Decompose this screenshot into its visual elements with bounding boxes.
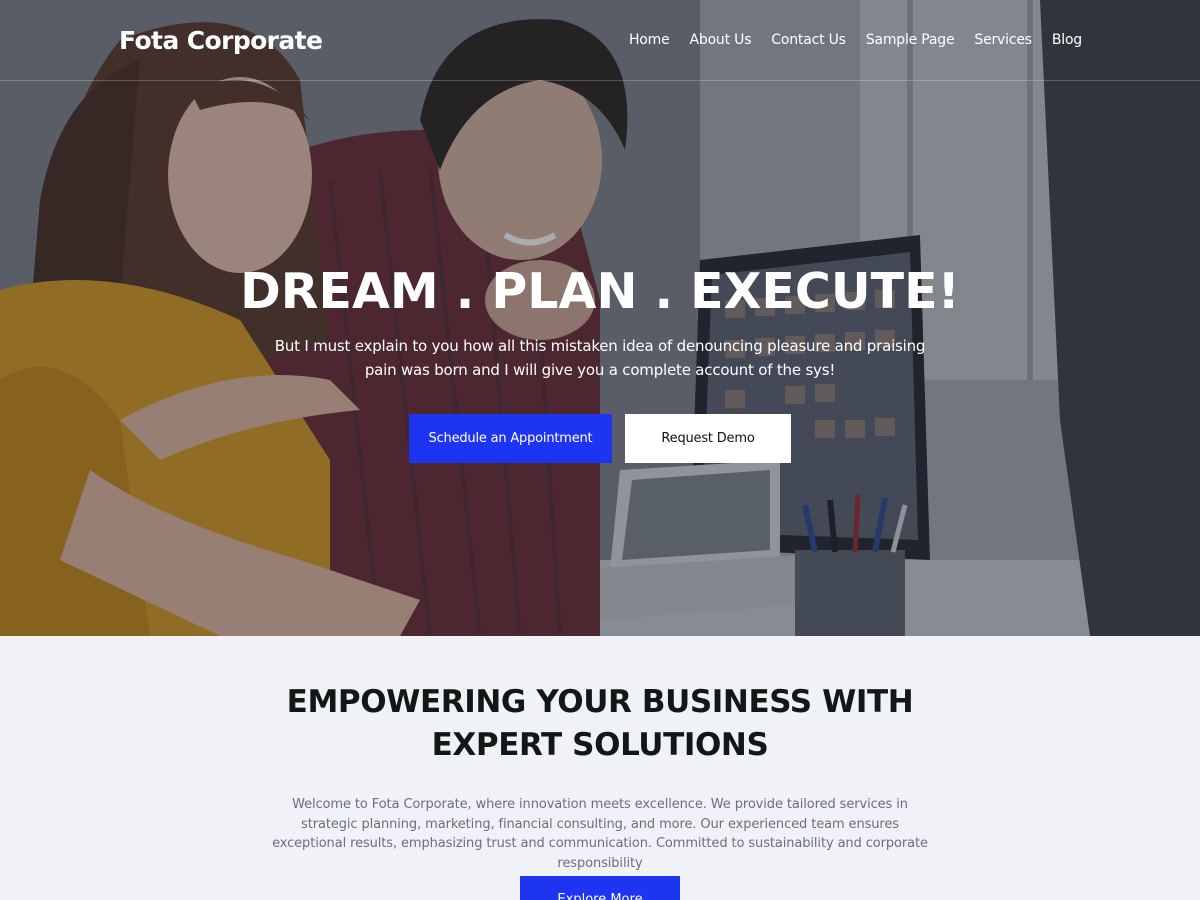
hero-section: Fota Corporate Home About Us Contact Us …: [0, 0, 1200, 636]
site-header: Fota Corporate Home About Us Contact Us …: [0, 0, 1200, 81]
intro-section: EMPOWERING YOUR BUSINESS WITH EXPERT SOL…: [0, 636, 1200, 900]
nav-item-contact-us[interactable]: Contact Us: [771, 32, 846, 48]
site-logo[interactable]: Fota Corporate: [119, 26, 323, 55]
hero-buttons: Schedule an Appointment Request Demo: [0, 414, 1200, 463]
hero-title: DREAM . PLAN . EXECUTE!: [240, 263, 960, 320]
main-nav: Home About Us Contact Us Sample Page Ser…: [629, 32, 1082, 48]
nav-item-about-us[interactable]: About Us: [690, 32, 752, 48]
nav-item-blog[interactable]: Blog: [1052, 32, 1082, 48]
hero-content: DREAM . PLAN . EXECUTE! But I must expla…: [0, 262, 1200, 463]
schedule-appointment-button[interactable]: Schedule an Appointment: [409, 414, 612, 463]
nav-item-services[interactable]: Services: [974, 32, 1032, 48]
explore-more-button[interactable]: Explore More: [520, 876, 680, 900]
nav-item-sample-page[interactable]: Sample Page: [866, 32, 955, 48]
request-demo-button[interactable]: Request Demo: [625, 414, 791, 463]
intro-text: Welcome to Fota Corporate, where innovat…: [272, 797, 928, 871]
hero-subtitle: But I must explain to you how all this m…: [274, 337, 926, 379]
intro-title: EMPOWERING YOUR BUSINESS WITH EXPERT SOL…: [286, 684, 914, 763]
nav-item-home[interactable]: Home: [629, 32, 670, 48]
